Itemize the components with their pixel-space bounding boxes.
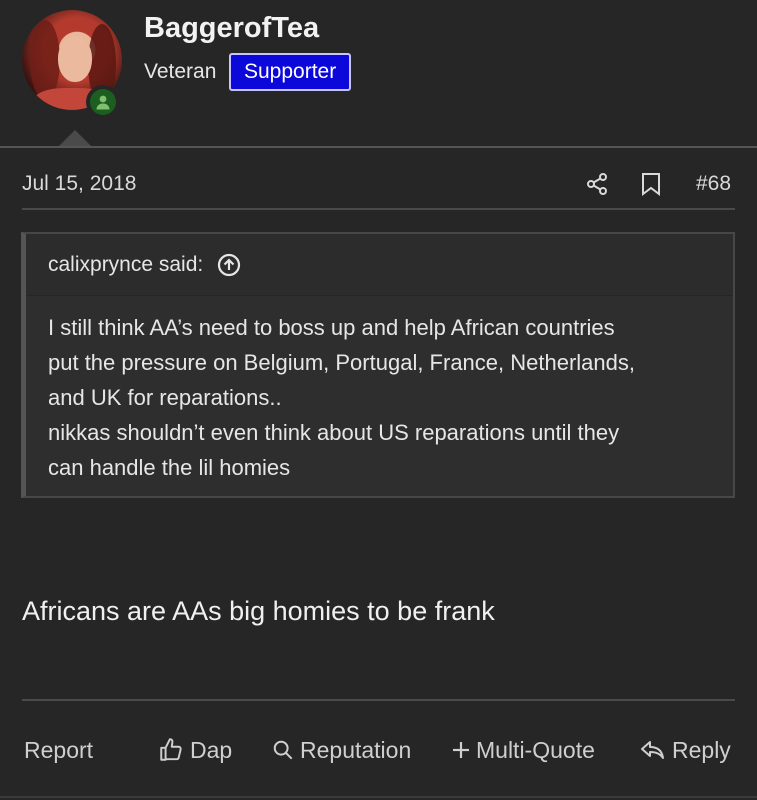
post-date[interactable]: Jul 15, 2018	[22, 172, 136, 196]
quote-header: calixprynce said:	[26, 234, 733, 296]
header-pointer	[58, 130, 92, 147]
quote-line: I still think AA’s need to boss up and h…	[48, 315, 615, 340]
share-icon[interactable]	[585, 172, 609, 196]
divider	[22, 699, 735, 701]
supporter-badge: Supporter	[229, 53, 352, 91]
quote-line: put the pressure on Belgium, Portugal, F…	[48, 350, 635, 375]
quote-line: nikkas shouldn’t even think about US rep…	[48, 420, 620, 445]
quote-line: and UK for reparations..	[48, 385, 282, 410]
quote-body: I still think AA’s need to boss up and h…	[26, 296, 733, 485]
quote-block: calixprynce said: I still think AA’s nee…	[21, 232, 735, 498]
divider	[22, 208, 735, 210]
post-user-header: BaggerofTea Veteran Supporter	[0, 0, 757, 148]
quote-author[interactable]: calixprynce said:	[48, 253, 203, 277]
multi-quote-button[interactable]: Multi-Quote	[452, 733, 595, 767]
arrow-up-circle-icon[interactable]	[217, 253, 241, 277]
user-title: Veteran	[144, 60, 217, 83]
bookmark-icon[interactable]	[640, 172, 662, 196]
forum-post: BaggerofTea Veteran Supporter Jul 15, 20…	[0, 0, 757, 800]
post-message: Africans are AAs big homies to be frank	[22, 596, 495, 626]
reply-button[interactable]: Reply	[640, 733, 731, 767]
plus-icon	[453, 742, 469, 758]
search-icon	[273, 740, 293, 760]
post-number-link[interactable]: #68	[696, 172, 731, 196]
dap-label: Dap	[190, 736, 233, 763]
reputation-button[interactable]: Reputation	[272, 733, 411, 767]
reply-arrow-icon	[641, 741, 664, 759]
divider	[0, 146, 757, 148]
divider	[0, 796, 757, 798]
multi-quote-label: Multi-Quote	[476, 736, 595, 763]
report-label: Report	[24, 736, 94, 763]
dap-button[interactable]: Dap	[158, 733, 232, 767]
thumbs-up-icon	[160, 738, 182, 761]
reply-label: Reply	[672, 736, 731, 763]
username[interactable]: BaggerofTea	[144, 12, 319, 45]
reputation-label: Reputation	[300, 736, 412, 763]
online-status-icon	[86, 85, 120, 119]
quote-line: can handle the lil homies	[48, 455, 291, 480]
report-button[interactable]: Report	[24, 733, 93, 767]
